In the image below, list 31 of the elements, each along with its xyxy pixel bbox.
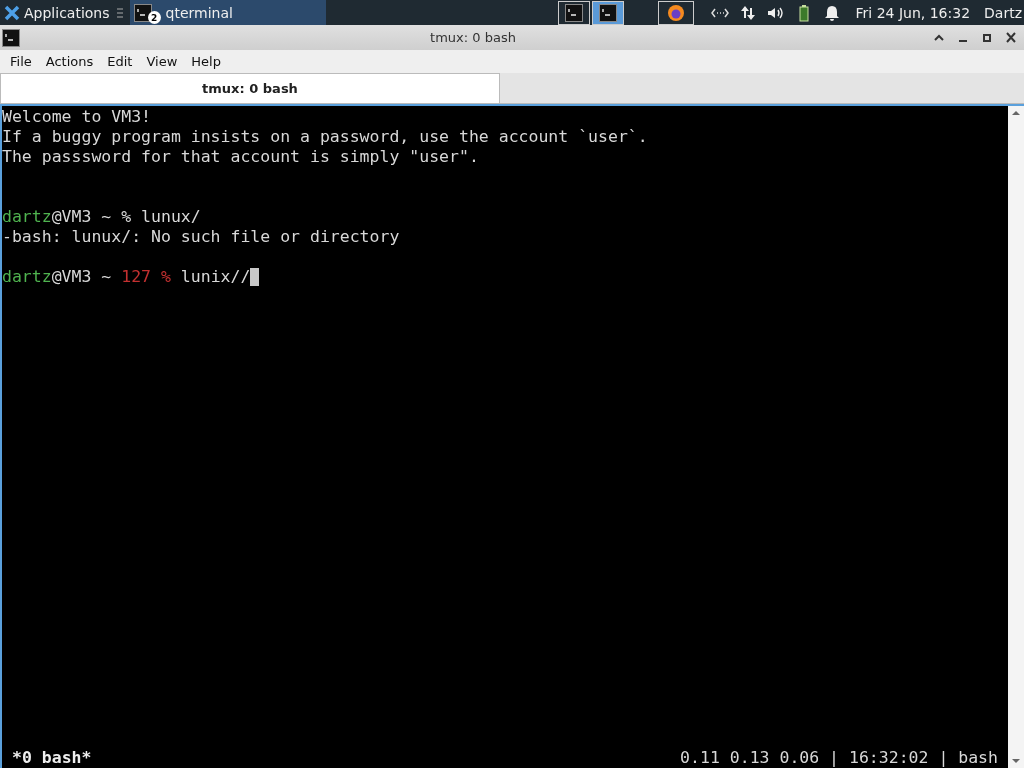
menu-item[interactable]: View: [139, 54, 185, 69]
applications-menu[interactable]: Applications: [24, 4, 110, 21]
tmux-window-label: *0 bash*: [12, 748, 92, 768]
user-name[interactable]: Dartz: [984, 4, 1022, 21]
workspace-button[interactable]: [557, 0, 590, 25]
terminal-text: If a buggy program insists on a password, use the account `user`.: [2, 127, 648, 147]
menu-item[interactable]: Edit: [100, 54, 140, 69]
clock[interactable]: Fri 24 Jun, 16:32: [855, 4, 971, 21]
workspace-button[interactable]: [591, 0, 624, 25]
window-title: tmux: 0 bash: [429, 30, 517, 45]
menu-item[interactable]: Actions: [38, 54, 101, 69]
globe-icon: [666, 3, 685, 22]
terminal-text: -bash: lunux/: No such file or directory: [2, 227, 400, 247]
menu-item[interactable]: File: [3, 54, 39, 69]
terminal-text: Welcome to VM3!: [2, 107, 151, 127]
taskbar-button[interactable]: 2 qterminal: [129, 0, 326, 25]
terminal-text: @VM3 ~ % lunux/: [51, 207, 201, 227]
terminal-icon: [2, 28, 20, 47]
terminal-text: @VM3 ~: [51, 267, 113, 287]
terminal-text: dartz: [2, 267, 52, 287]
menu-item[interactable]: Help: [184, 54, 228, 69]
tmux-status-info: 0.11 0.13 0.06 | 16:32:02 | bash: [680, 748, 998, 768]
handle-icon: [116, 6, 123, 19]
terminal-icon: [133, 3, 152, 22]
browser-launcher[interactable]: [657, 0, 694, 25]
terminal-text: 127 %: [121, 267, 171, 287]
terminal-text: lunix//: [179, 267, 251, 287]
tab[interactable]: tmux: 0 bash: [0, 73, 500, 103]
xfce-logo-icon[interactable]: [4, 4, 20, 21]
terminal-text: dartz: [2, 207, 52, 227]
terminal-text: The passsword for that account is simply "user".: [2, 147, 479, 167]
